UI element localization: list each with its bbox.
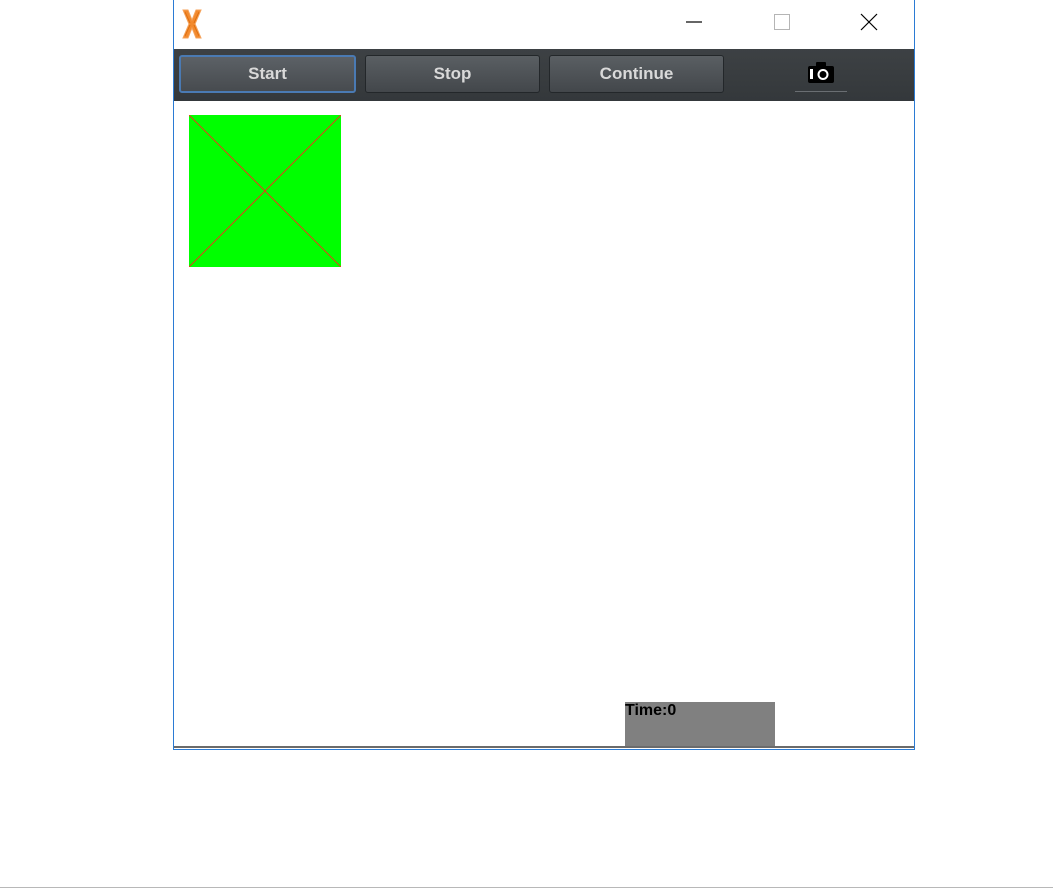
minimize-button[interactable] (671, 0, 717, 49)
page-divider (0, 887, 1053, 888)
maximize-button[interactable] (759, 0, 805, 49)
camera-icon (807, 60, 835, 89)
continue-button[interactable]: Continue (549, 55, 724, 93)
title-bar[interactable] (174, 0, 914, 49)
start-button[interactable]: Start (179, 55, 356, 93)
close-button[interactable] (846, 0, 892, 49)
timer-label: Time:0 (625, 702, 677, 719)
app-window: Start Stop Continue Time:0 (173, 0, 915, 750)
drawing-canvas[interactable]: Time:0 (174, 101, 914, 748)
toolbar: Start Stop Continue (174, 49, 914, 101)
orange-x-logo-icon (181, 8, 203, 40)
timer-panel: Time:0 (625, 702, 775, 746)
green-square-sprite (188, 114, 342, 268)
stop-button[interactable]: Stop (365, 55, 540, 93)
maximize-icon (772, 12, 792, 37)
screenshot-button[interactable] (795, 58, 847, 92)
minimize-icon (684, 12, 704, 37)
close-icon (859, 12, 879, 37)
